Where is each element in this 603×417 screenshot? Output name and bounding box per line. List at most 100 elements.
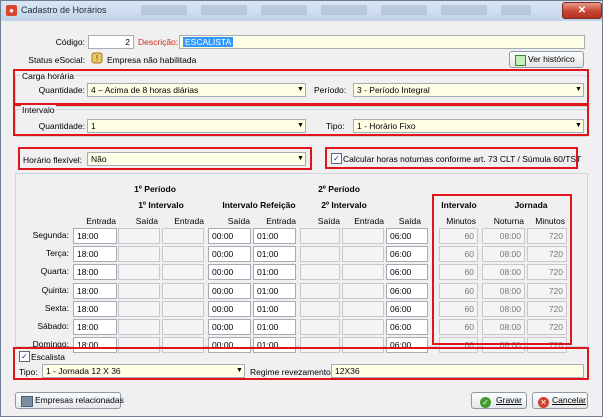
entrada-2-input[interactable] — [162, 264, 204, 280]
entrada-1-input[interactable]: 18:00 — [73, 246, 117, 262]
highlight-horario-flexivel — [18, 147, 312, 170]
cancelar-button[interactable]: ✕ Cancelar — [532, 392, 588, 409]
saida-2-intervalo-input[interactable] — [300, 246, 340, 262]
highlight-carga-horaria — [13, 69, 589, 106]
highlight-calcular — [325, 147, 578, 169]
blurred-taskbar-text — [141, 5, 531, 15]
saida-final-input[interactable]: 06:00 — [386, 246, 428, 262]
col-saida-ref: Saída — [227, 216, 250, 226]
entrada-1-input[interactable]: 18:00 — [73, 228, 117, 244]
gravar-label: Gravar — [496, 395, 522, 405]
status-esocial-value: Empresa não habilitada — [107, 55, 197, 65]
saida-2-intervalo-input[interactable] — [300, 228, 340, 244]
warning-icon: ! — [91, 52, 103, 64]
empresas-relacionadas-button[interactable]: Empresas relacionadas — [15, 392, 124, 409]
saida-final-input[interactable]: 06:00 — [386, 283, 428, 299]
entrada-2-input[interactable] — [162, 246, 204, 262]
dialog-window: ● Cadastro de Horários ✕ Código: 2 Descr… — [0, 0, 603, 417]
ver-historico-button[interactable]: Ver histórico — [509, 51, 584, 68]
building-icon — [21, 396, 33, 407]
status-esocial-label: Status eSocial: — [28, 55, 85, 65]
day-label: Segunda: — [32, 230, 69, 240]
saida-2-intervalo-input[interactable] — [300, 283, 340, 299]
check-icon: ✓ — [480, 395, 494, 410]
col-saida-1: Saída — [135, 216, 158, 226]
close-button[interactable]: ✕ — [562, 2, 602, 19]
gravar-button[interactable]: ✓ Gravar — [471, 392, 527, 409]
app-icon: ● — [6, 5, 17, 16]
saida-1-input[interactable] — [118, 319, 160, 335]
window-title: Cadastro de Horários — [21, 5, 107, 15]
entrada-2-intervalo-input[interactable] — [342, 246, 384, 262]
entrada-2-input[interactable] — [162, 301, 204, 317]
entrada-1-input[interactable]: 18:00 — [73, 301, 117, 317]
cancelar-label: Cancelar — [552, 395, 587, 405]
entrada-refeicao-input[interactable]: 01:00 — [253, 264, 296, 280]
header-2o-intervalo: 2º Intervalo — [321, 200, 367, 210]
entrada-refeicao-input[interactable]: 01:00 — [253, 228, 296, 244]
history-icon — [515, 55, 526, 66]
cancel-icon: ✕ — [538, 395, 552, 410]
day-label: Quinta: — [41, 285, 69, 295]
saida-2-intervalo-input[interactable] — [300, 319, 340, 335]
entrada-1-input[interactable]: 18:00 — [73, 319, 117, 335]
entrada-refeicao-input[interactable]: 01:00 — [253, 246, 296, 262]
col-saida-final: Saída — [398, 216, 421, 226]
entrada-2-intervalo-input[interactable] — [342, 319, 384, 335]
saida-2-intervalo-input[interactable] — [300, 264, 340, 280]
saida-refeicao-input[interactable]: 00:00 — [208, 228, 251, 244]
day-label: Terça: — [45, 248, 69, 258]
day-label: Sábado: — [37, 321, 69, 331]
saida-2-intervalo-input[interactable] — [300, 301, 340, 317]
codigo-label: Código: — [55, 37, 85, 47]
saida-final-input[interactable]: 06:00 — [386, 228, 428, 244]
entrada-2-input[interactable] — [162, 228, 204, 244]
codigo-input[interactable]: 2 — [88, 35, 134, 49]
col-entrada-3: Entrada — [354, 216, 384, 226]
saida-1-input[interactable] — [118, 264, 160, 280]
col-entrada-ref: Entrada — [266, 216, 296, 226]
entrada-1-input[interactable]: 18:00 — [73, 283, 117, 299]
ver-historico-label: Ver histórico — [528, 54, 575, 64]
entrada-2-intervalo-input[interactable] — [342, 264, 384, 280]
col-entrada-2: Entrada — [174, 216, 204, 226]
col-entrada-1: Entrada — [86, 216, 116, 226]
title-bar[interactable]: ● Cadastro de Horários ✕ — [1, 1, 602, 21]
descricao-input[interactable]: ESCALISTA — [179, 35, 585, 49]
saida-1-input[interactable] — [118, 228, 160, 244]
header-1o-intervalo: 1º Intervalo — [138, 200, 184, 210]
saida-final-input[interactable]: 06:00 — [386, 319, 428, 335]
entrada-refeicao-input[interactable]: 01:00 — [253, 319, 296, 335]
descricao-label: Descrição: — [138, 37, 179, 47]
highlight-intervalo-jornada — [432, 194, 572, 345]
saida-refeicao-input[interactable]: 00:00 — [208, 246, 251, 262]
entrada-refeicao-input[interactable]: 01:00 — [253, 283, 296, 299]
day-label: Sexta: — [44, 303, 69, 313]
col-saida-3: Saída — [317, 216, 340, 226]
entrada-2-input[interactable] — [162, 319, 204, 335]
empresas-relacionadas-label: Empresas relacionadas — [35, 395, 124, 405]
saida-refeicao-input[interactable]: 00:00 — [208, 264, 251, 280]
saida-1-input[interactable] — [118, 246, 160, 262]
highlight-intervalo — [13, 103, 589, 136]
saida-refeicao-input[interactable]: 00:00 — [208, 283, 251, 299]
entrada-2-intervalo-input[interactable] — [342, 228, 384, 244]
header-1o-periodo: 1º Período — [134, 184, 176, 194]
saida-refeicao-input[interactable]: 00:00 — [208, 319, 251, 335]
saida-final-input[interactable]: 06:00 — [386, 301, 428, 317]
entrada-refeicao-input[interactable]: 01:00 — [253, 301, 296, 317]
header-2o-periodo: 2º Período — [318, 184, 360, 194]
day-label: Quarta: — [40, 266, 69, 276]
saida-1-input[interactable] — [118, 283, 160, 299]
entrada-1-input[interactable]: 18:00 — [73, 264, 117, 280]
header-intervalo-refeicao: Intervalo Refeição — [222, 200, 296, 210]
entrada-2-intervalo-input[interactable] — [342, 283, 384, 299]
svg-text:!: ! — [95, 54, 98, 63]
saida-1-input[interactable] — [118, 301, 160, 317]
saida-refeicao-input[interactable]: 00:00 — [208, 301, 251, 317]
saida-final-input[interactable]: 06:00 — [386, 264, 428, 280]
entrada-2-input[interactable] — [162, 283, 204, 299]
descricao-selected-text: ESCALISTA — [183, 37, 234, 47]
entrada-2-intervalo-input[interactable] — [342, 301, 384, 317]
highlight-escalista — [13, 347, 589, 380]
